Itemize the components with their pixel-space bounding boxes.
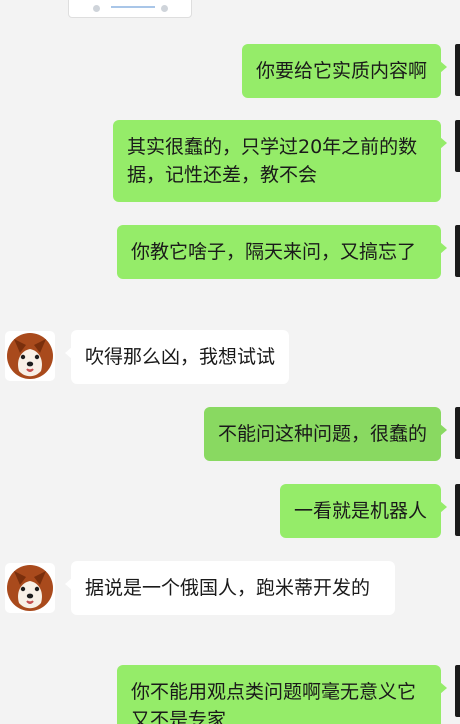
message-bubble-contact[interactable]: 据说是一个俄国人，跑米蒂开发的 [65,561,395,615]
my-avatar[interactable] [455,665,460,717]
my-avatar[interactable] [455,484,460,536]
shiba-dog-icon [5,563,55,613]
my-avatar[interactable] [455,407,460,459]
message-bubble-mine[interactable]: 不能问这种问题，很蠢的 [203,407,448,461]
message-bubble-mine[interactable]: 你教它啥子，隔天来问，又搞忘了 [117,225,447,279]
message-bubble-contact[interactable]: 吹得那么凶，我想试试 [64,330,290,384]
my-avatar[interactable] [455,44,460,96]
my-avatar[interactable] [455,120,460,172]
my-avatar[interactable] [455,225,460,277]
message-bubble-mine[interactable]: 其实很蠢的，只学过20年之前的数据，记性还差，教不会 [113,120,447,202]
message-bubble-mine[interactable]: 一看就是机器人 [279,484,448,538]
contact-avatar[interactable] [5,563,55,613]
card-icon [161,5,168,12]
message-bubble-mine[interactable]: 你要给它实质内容啊 [241,44,448,98]
chat-area: 你要给它实质内容啊 其实很蠢的，只学过20年之前的数据，记性还差，教不会 你教它… [0,0,460,724]
message-bubble-mine[interactable]: 你不能用观点类问题啊毫无意义它又不是专家 [117,665,447,724]
contact-avatar[interactable] [5,331,55,381]
card-divider [111,6,155,8]
previous-message-card[interactable] [68,0,192,18]
card-icon [93,5,100,12]
shiba-dog-icon [5,331,55,381]
